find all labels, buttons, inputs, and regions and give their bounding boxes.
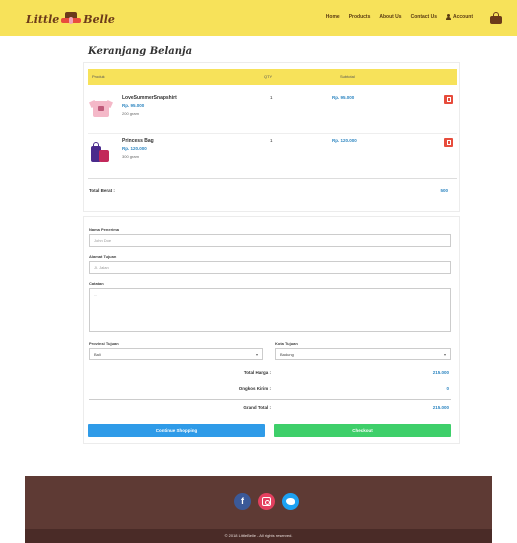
continue-shopping-button[interactable]: Continue Shopping bbox=[88, 424, 265, 437]
address-input[interactable]: Jl. Jalan bbox=[89, 261, 451, 274]
province-label: Provinsi Tujuan bbox=[89, 341, 119, 346]
grand-total-label: Grand Total : bbox=[243, 405, 271, 410]
trash-icon bbox=[446, 140, 451, 145]
header-subtotal: Subtotal bbox=[340, 74, 355, 79]
footer: f © 2018 LittleBelle - All rights reserv… bbox=[25, 476, 492, 543]
remove-item-button[interactable] bbox=[444, 95, 453, 104]
nav-products[interactable]: Products bbox=[349, 14, 371, 20]
nav-account-label: Account bbox=[453, 14, 473, 20]
chevron-down-icon: ▾ bbox=[443, 352, 446, 357]
item-subtotal: Rp. 95.000 bbox=[332, 95, 355, 100]
divider bbox=[89, 399, 451, 400]
item-name[interactable]: Princess Bag bbox=[122, 138, 154, 144]
bag-image[interactable] bbox=[90, 140, 112, 166]
footer-bar: © 2018 LittleBelle - All rights reserved… bbox=[25, 529, 492, 543]
nav-menu: Home Products About Us Contact Us Accoun… bbox=[326, 14, 473, 20]
item-name[interactable]: LoveSummerSnapshirt bbox=[122, 95, 177, 101]
cart-table: Produk QTY Subtotal LoveSummerSnapshirt … bbox=[83, 62, 460, 212]
divider bbox=[88, 178, 457, 179]
item-subtotal: Rp. 120.000 bbox=[332, 138, 357, 143]
item-qty[interactable]: 1 bbox=[270, 95, 273, 100]
facebook-icon[interactable]: f bbox=[234, 493, 251, 510]
item-price: Rp. 120.000 bbox=[122, 146, 147, 151]
instagram-icon[interactable] bbox=[258, 493, 275, 510]
twitter-icon[interactable] bbox=[282, 493, 299, 510]
nav-about[interactable]: About Us bbox=[379, 14, 401, 20]
remove-item-button[interactable] bbox=[444, 138, 453, 147]
total-price-value: 215.000 bbox=[432, 370, 449, 375]
address-label: Alamat Tujuan bbox=[89, 254, 117, 259]
cart-icon[interactable] bbox=[489, 12, 503, 24]
brand-text-right: Belle bbox=[83, 12, 115, 26]
checkout-button[interactable]: Checkout bbox=[274, 424, 451, 437]
brand-logo[interactable]: Little Belle bbox=[26, 10, 115, 28]
checkout-form: Nama Penerima John Doe Alamat Tujuan Jl.… bbox=[83, 216, 460, 444]
brand-text-left: Little bbox=[26, 12, 60, 26]
navbar: Little Belle Home Products About Us Cont… bbox=[0, 0, 517, 36]
page-title: Keranjang Belanja bbox=[88, 46, 193, 57]
item-weight: 300 gram bbox=[122, 154, 139, 159]
cart-item-row: Princess Bag Rp. 120.000 300 gram 1 Rp. … bbox=[88, 133, 457, 173]
user-icon bbox=[446, 14, 451, 20]
header-qty: QTY bbox=[264, 74, 273, 79]
total-weight-label: Total Berat : bbox=[89, 188, 115, 193]
item-qty[interactable]: 1 bbox=[270, 138, 273, 143]
total-price-label: Total Harga : bbox=[243, 370, 271, 375]
cart-table-header: Produk QTY Subtotal bbox=[88, 69, 457, 85]
city-label: Kota Tujuan bbox=[275, 341, 298, 346]
shipping-cost-value: 0 bbox=[446, 386, 449, 391]
grand-total-value: 215.000 bbox=[432, 405, 449, 410]
notes-textarea[interactable]: ... bbox=[89, 288, 451, 332]
copyright-text: © 2018 LittleBelle - All rights reserved… bbox=[224, 533, 293, 538]
province-select[interactable]: Bali ▾ bbox=[89, 348, 263, 360]
hat-logo-icon bbox=[61, 12, 82, 26]
city-value: Badung bbox=[280, 352, 294, 357]
notes-label: Catatan bbox=[89, 281, 104, 286]
nav-home[interactable]: Home bbox=[326, 14, 340, 20]
province-value: Bali bbox=[94, 352, 101, 357]
city-select[interactable]: Badung ▾ bbox=[275, 348, 451, 360]
item-weight: 200 gram bbox=[122, 111, 139, 116]
recipient-name-input[interactable]: John Doe bbox=[89, 234, 451, 247]
cart-item-row: LoveSummerSnapshirt Rp. 95.000 200 gram … bbox=[88, 91, 457, 131]
total-weight-value: 500 bbox=[440, 188, 448, 193]
chevron-down-icon: ▾ bbox=[255, 352, 258, 357]
nav-contact[interactable]: Contact Us bbox=[411, 14, 437, 20]
nav-account[interactable]: Account bbox=[446, 14, 473, 20]
tshirt-image[interactable] bbox=[89, 97, 113, 123]
shipping-cost-label: Ongkos Kirim : bbox=[238, 386, 271, 391]
recipient-name-label: Nama Penerima bbox=[89, 227, 120, 232]
header-product: Produk bbox=[92, 74, 105, 79]
item-price: Rp. 95.000 bbox=[122, 103, 145, 108]
trash-icon bbox=[446, 97, 451, 102]
